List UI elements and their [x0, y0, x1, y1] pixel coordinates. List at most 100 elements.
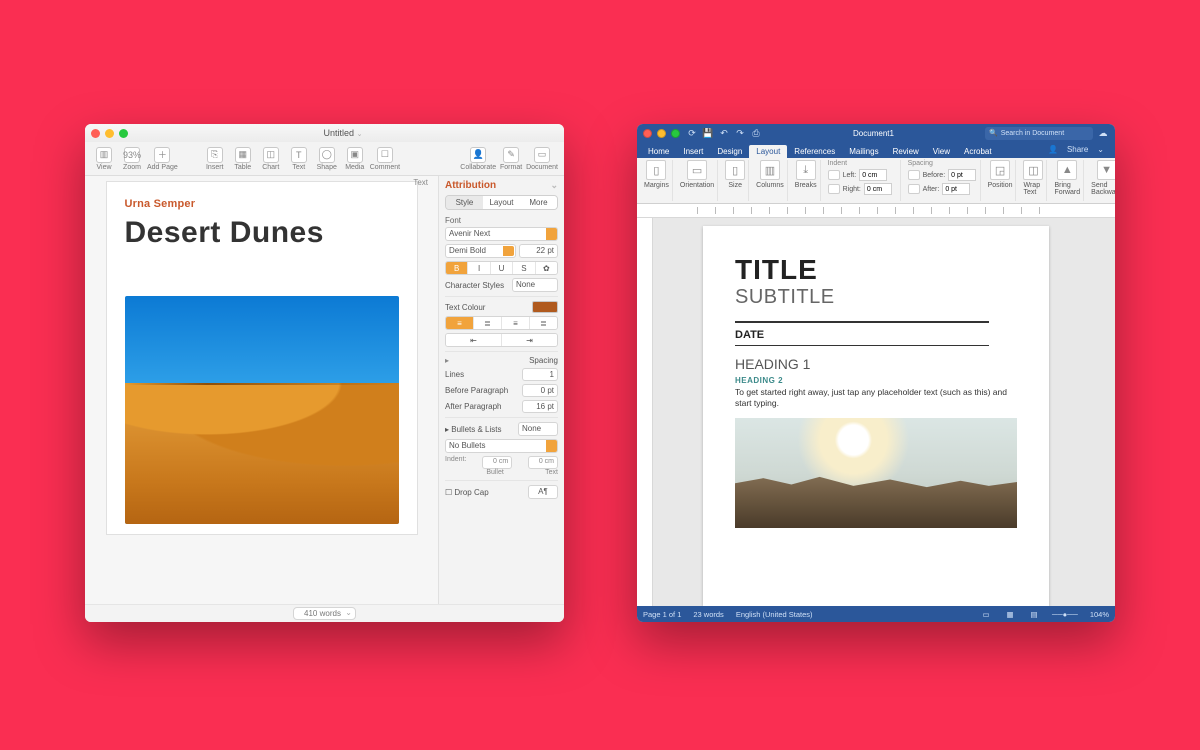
status-language[interactable]: English (United States): [736, 610, 813, 619]
dropcap-label[interactable]: Drop Cap: [454, 488, 488, 497]
zoom-level[interactable]: 104%: [1090, 610, 1109, 619]
margins-button[interactable]: ▯Margins: [641, 160, 673, 201]
size-button[interactable]: ▯Size: [722, 160, 749, 201]
tab-acrobat[interactable]: Acrobat: [957, 145, 999, 158]
bullet-style-select[interactable]: No Bullets: [445, 439, 558, 453]
minimize-icon[interactable]: [105, 129, 114, 138]
after-para-input[interactable]: 16 pt: [522, 400, 558, 413]
close-icon[interactable]: [643, 129, 652, 138]
zoom-button[interactable]: 93%Zoom: [119, 147, 145, 171]
print-icon[interactable]: ⎙: [750, 127, 762, 139]
font-weight-select[interactable]: Demi Bold: [445, 244, 516, 258]
doc-date[interactable]: DATE: [735, 329, 1017, 341]
bullets-label[interactable]: Bullets & Lists: [451, 425, 501, 434]
focus-view-icon[interactable]: ▭: [980, 608, 992, 620]
bullet-indent-input[interactable]: 0 cm: [482, 456, 512, 469]
columns-button[interactable]: ▥Columns: [753, 160, 788, 201]
status-page[interactable]: Page 1 of 1: [643, 610, 681, 619]
author-text[interactable]: Urna Semper: [125, 198, 399, 210]
autosave-icon[interactable]: ⟳: [686, 127, 698, 139]
text-colour-swatch[interactable]: [532, 301, 558, 313]
indent-right-input[interactable]: [864, 183, 892, 195]
spacing-after-input[interactable]: [942, 183, 970, 195]
view-button[interactable]: ▥View: [91, 147, 117, 171]
collaborate-button[interactable]: 👤Collaborate: [460, 147, 496, 171]
outdent-icon[interactable]: ⇤: [446, 334, 502, 346]
word-count[interactable]: 410 words: [293, 607, 356, 620]
breaks-button[interactable]: ⤓Breaks: [792, 160, 821, 201]
save-icon[interactable]: 💾: [702, 127, 714, 139]
tab-layout[interactable]: Layout: [483, 196, 520, 209]
tab-style[interactable]: Style: [446, 196, 483, 209]
font-family-select[interactable]: Avenir Next: [445, 227, 558, 241]
search-input[interactable]: 🔍 Search in Document: [985, 127, 1093, 140]
undo-icon[interactable]: ↶: [718, 127, 730, 139]
orientation-button[interactable]: ▭Orientation: [677, 160, 718, 201]
share-button[interactable]: 👤 Share ⌄: [1041, 141, 1111, 158]
comment-button[interactable]: ☐Comment: [370, 147, 400, 171]
document-heading[interactable]: Desert Dunes: [125, 216, 399, 250]
style-options-button[interactable]: ✿: [536, 262, 557, 274]
position-button[interactable]: ◲Position: [985, 160, 1017, 201]
vertical-ruler[interactable]: [637, 218, 653, 606]
tab-mailings[interactable]: Mailings: [842, 145, 885, 158]
document-image[interactable]: [125, 296, 399, 524]
chart-button[interactable]: ◫Chart: [258, 147, 284, 171]
spacing-label[interactable]: Spacing: [529, 356, 558, 365]
print-layout-icon[interactable]: ▦: [1004, 608, 1016, 620]
inspector-title[interactable]: Attribution: [445, 180, 558, 191]
close-icon[interactable]: [91, 129, 100, 138]
doc-title[interactable]: TITLE: [735, 254, 1017, 286]
table-button[interactable]: ▦Table: [230, 147, 256, 171]
indent-left-input[interactable]: [859, 169, 887, 181]
media-button[interactable]: ▣Media: [342, 147, 368, 171]
zoom-window-icon[interactable]: [119, 129, 128, 138]
document-button[interactable]: ▭Document: [526, 147, 558, 171]
align-left-icon[interactable]: ≡: [446, 317, 474, 329]
lines-input[interactable]: 1: [522, 368, 558, 381]
bullets-select[interactable]: None: [518, 422, 558, 436]
shape-button[interactable]: ◯Shape: [314, 147, 340, 171]
char-styles-select[interactable]: None: [512, 278, 558, 292]
tab-references[interactable]: References: [787, 145, 842, 158]
tab-design[interactable]: Design: [710, 145, 749, 158]
add-page-button[interactable]: ＋Add Page: [147, 147, 178, 171]
word-page[interactable]: TITLE SUBTITLE DATE HEADING 1 HEADING 2 …: [703, 226, 1049, 606]
font-size-input[interactable]: 22 pt: [519, 244, 558, 258]
spacing-before-input[interactable]: [948, 169, 976, 181]
underline-button[interactable]: U: [491, 262, 513, 274]
before-para-input[interactable]: 0 pt: [522, 384, 558, 397]
zoom-slider[interactable]: ──●──: [1052, 610, 1078, 619]
tab-layout[interactable]: Layout: [749, 145, 787, 158]
text-button[interactable]: TText: [286, 147, 312, 171]
inspector-mode-tab[interactable]: Text: [409, 176, 432, 189]
horizontal-ruler[interactable]: [637, 204, 1115, 218]
format-button[interactable]: ✎Format: [498, 147, 524, 171]
tab-more[interactable]: More: [520, 196, 557, 209]
doc-heading1[interactable]: HEADING 1: [735, 356, 1017, 372]
document-canvas[interactable]: Text Urna Semper Desert Dunes: [85, 176, 438, 604]
wrap-text-button[interactable]: ◫Wrap Text: [1020, 160, 1047, 201]
text-indent-input[interactable]: 0 cm: [528, 456, 558, 469]
tab-insert[interactable]: Insert: [676, 145, 710, 158]
zoom-window-icon[interactable]: [671, 129, 680, 138]
tab-view[interactable]: View: [926, 145, 957, 158]
doc-subtitle[interactable]: SUBTITLE: [735, 286, 1017, 309]
tab-home[interactable]: Home: [641, 145, 676, 158]
align-right-icon[interactable]: ≡: [502, 317, 530, 329]
bring-forward-button[interactable]: ▲Bring Forward: [1051, 160, 1084, 201]
insert-button[interactable]: ⎘Insert: [202, 147, 228, 171]
document-page[interactable]: Urna Semper Desert Dunes: [107, 182, 417, 534]
strike-button[interactable]: S: [513, 262, 535, 274]
align-justify-icon[interactable]: ≣: [530, 317, 557, 329]
web-layout-icon[interactable]: ▤: [1028, 608, 1040, 620]
tab-review[interactable]: Review: [886, 145, 926, 158]
sync-icon[interactable]: ☁: [1097, 127, 1109, 139]
align-center-icon[interactable]: ≣: [474, 317, 502, 329]
minimize-icon[interactable]: [657, 129, 666, 138]
doc-heading2[interactable]: HEADING 2: [735, 376, 1017, 385]
word-canvas[interactable]: TITLE SUBTITLE DATE HEADING 1 HEADING 2 …: [637, 218, 1115, 606]
doc-body-text[interactable]: To get started right away, just tap any …: [735, 387, 1017, 410]
italic-button[interactable]: I: [468, 262, 490, 274]
redo-icon[interactable]: ↷: [734, 127, 746, 139]
